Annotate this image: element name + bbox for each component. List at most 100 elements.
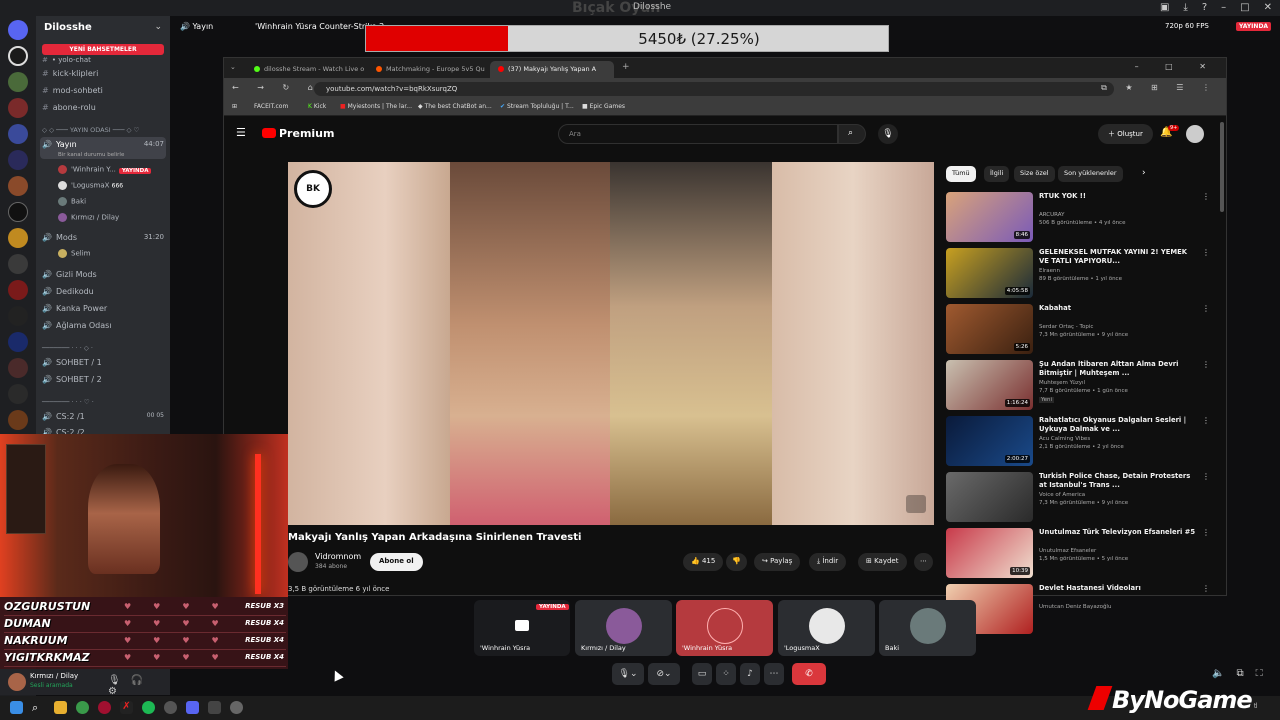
rec-video-card[interactable]: Devlet Hastanesi Videoları Umutcan Deniz …: [946, 584, 1216, 636]
rec-channel[interactable]: Elraenn: [1039, 268, 1060, 274]
rec-channel[interactable]: Muhteşem Yüzyıl: [1039, 380, 1085, 386]
app-icon[interactable]: ✗: [120, 701, 133, 714]
windows-start-icon[interactable]: [10, 701, 23, 714]
rec-thumbnail[interactable]: 8:46: [946, 192, 1033, 242]
chevron-right-icon[interactable]: ›: [1142, 168, 1146, 178]
rec-video-card[interactable]: 4:05:58 GELENEKSEL MUTFAK YAYINI 2! YEMEK…: [946, 248, 1216, 300]
voice-channel[interactable]: 🔊 Ağlama Odası: [42, 321, 112, 330]
bookmark[interactable]: ◆ The best ChatBot an...: [418, 103, 492, 110]
camera-toggle-button[interactable]: ⊘⌄: [648, 663, 680, 685]
rec-video-card[interactable]: Turkish Police Chase, Detain Protesters …: [946, 472, 1216, 524]
rec-title[interactable]: Unutulmaz Türk Televizyon Efsaneleri #5: [1039, 528, 1199, 537]
url-field[interactable]: youtube.com/watch?v=bqRkXsurqZQ: [314, 82, 1114, 96]
participant-tile[interactable]: Baki: [879, 600, 976, 656]
tab-menu-icon[interactable]: ⌄: [230, 63, 236, 71]
voice-channel[interactable]: 🔊 SOHBET / 1: [42, 358, 102, 367]
channel-partial[interactable]: # • yolo-chat: [42, 56, 91, 64]
rec-channel[interactable]: ARCURAY: [1039, 212, 1064, 218]
rec-thumbnail[interactable]: 5:26: [946, 304, 1033, 354]
bookmark[interactable]: K Kick: [308, 103, 326, 110]
rec-title[interactable]: Devlet Hastanesi Videoları: [1039, 584, 1199, 593]
create-button[interactable]: ＋ Oluştur: [1098, 124, 1153, 144]
more-options-icon[interactable]: ⋮: [1202, 416, 1210, 425]
server-icon[interactable]: [8, 46, 28, 66]
more-options-icon[interactable]: ⋮: [1202, 528, 1210, 537]
avatar[interactable]: [8, 673, 26, 691]
voice-user[interactable]: Baki: [58, 197, 86, 206]
rec-video-card[interactable]: 8:46 RTÜK YOK !! ARCURAY 506 B görüntüleme …: [946, 192, 1216, 244]
channel-mod-sohbeti[interactable]: # mod-sohbeti: [42, 86, 103, 95]
stream-channel[interactable]: 🔊 Yayın: [180, 22, 213, 31]
help-icon[interactable]: ?: [1202, 2, 1207, 13]
promo-banner[interactable]: YENİ BAHSETMELER: [42, 44, 164, 55]
extension-icons[interactable]: ⧉ ★ ⊞ ☰ ⋮: [1101, 83, 1218, 93]
server-icon[interactable]: [8, 332, 28, 352]
rec-video-card[interactable]: 1:16:24 Şu Andan İtibaren Alttan Alma Dev…: [946, 360, 1216, 412]
video-player[interactable]: BK: [288, 162, 934, 525]
channel-avatar[interactable]: [288, 552, 308, 572]
rec-thumbnail[interactable]: 10:39: [946, 528, 1033, 578]
rec-video-card[interactable]: 10:39 Unutulmaz Türk Televizyon Efsaneler…: [946, 528, 1216, 580]
category-header[interactable]: ─────── · · · ♡ ·: [42, 398, 94, 406]
voice-channel-mods[interactable]: 🔊 Mods: [42, 233, 77, 242]
like-button[interactable]: 👍 415: [683, 553, 724, 571]
more-button[interactable]: ⋯: [764, 663, 784, 685]
rec-video-card[interactable]: 5:26 Kabahat Serdar Ortaç - Topic 7,3 Mn gö…: [946, 304, 1216, 356]
voice-channel[interactable]: 🔊 Kanka Power: [42, 304, 107, 313]
soundboard-button[interactable]: ♪: [740, 663, 760, 685]
maximize-button[interactable]: □: [1240, 2, 1249, 13]
avatar[interactable]: [1186, 125, 1204, 143]
mic-icon[interactable]: 🎙: [878, 124, 898, 144]
bookmark[interactable]: ✔ Stream Topluluğu | T...: [500, 103, 574, 110]
mic-toggle-button[interactable]: 🎙⌄: [612, 663, 644, 685]
browser-tab-active[interactable]: (37) Makyajı Yanlış Yapan A: [490, 61, 614, 78]
bookmark[interactable]: ■ Myiestonts | The lar...: [340, 103, 412, 110]
spotify-icon[interactable]: [142, 701, 155, 714]
file-explorer-icon[interactable]: [54, 701, 67, 714]
scrollbar[interactable]: [1220, 122, 1224, 212]
category-header[interactable]: ─────── · · · ◇ ·: [42, 344, 93, 352]
rec-channel[interactable]: Umutcan Deniz Bayazoğlu: [1039, 604, 1111, 610]
channel-abone-rolu[interactable]: # abone-rolu: [42, 103, 96, 112]
discord-icon[interactable]: [186, 701, 199, 714]
chip-recent[interactable]: Son yüklenenler: [1058, 166, 1123, 182]
download-icon[interactable]: ⤓: [1183, 2, 1187, 13]
subscribe-button[interactable]: Abone ol: [370, 553, 423, 571]
voice-channel-yayin[interactable]: 🔊 Yayın: [42, 140, 77, 149]
chrome-icon[interactable]: [76, 701, 89, 714]
participant-tile[interactable]: YAYINDA 'Winhrain Yüsra: [474, 600, 570, 656]
server-name[interactable]: Dilosshe: [44, 22, 92, 33]
server-icon[interactable]: [8, 72, 28, 92]
participant-tile[interactable]: 'LogusmaX: [778, 600, 875, 656]
server-icon[interactable]: [8, 254, 28, 274]
search-input[interactable]: Ara: [558, 124, 838, 144]
more-options-icon[interactable]: ⋮: [1202, 584, 1210, 593]
server-icon[interactable]: [8, 98, 28, 118]
category-header[interactable]: ◇ ◇ ─── YAYIN ODASI ─── ◇ ♡: [42, 126, 139, 134]
hamburger-icon[interactable]: ☰: [236, 126, 246, 139]
search-icon[interactable]: ⌕: [32, 701, 45, 714]
more-actions-button[interactable]: ⋯: [914, 553, 933, 571]
server-icon[interactable]: [8, 410, 28, 430]
app-icon[interactable]: [230, 701, 243, 714]
rec-channel[interactable]: Unutulmaz Efsaneler: [1039, 548, 1096, 554]
channel-status[interactable]: Bir kanal durumu belirle: [58, 152, 124, 158]
rec-channel[interactable]: Voice of America: [1039, 492, 1085, 498]
more-options-icon[interactable]: ⋮: [1202, 248, 1210, 257]
download-button[interactable]: ⤓ İndir: [809, 553, 847, 571]
window-controls[interactable]: – □ ✕: [1135, 62, 1218, 71]
opera-icon[interactable]: [98, 701, 111, 714]
save-button[interactable]: ⊞ Kaydet: [858, 553, 907, 571]
more-options-icon[interactable]: ⋮: [1202, 304, 1210, 313]
channel-name[interactable]: Vidromnom: [315, 552, 361, 561]
chevron-down-icon[interactable]: ⌄: [154, 22, 162, 32]
inbox-icon[interactable]: ▣: [1160, 2, 1169, 13]
chip-related[interactable]: İlgili: [984, 166, 1010, 182]
rec-thumbnail[interactable]: 4:05:58: [946, 248, 1033, 298]
voice-user[interactable]: 'LogusmaX 666: [58, 181, 123, 190]
participant-tile[interactable]: Kırmızı / Dilay: [575, 600, 672, 656]
rec-thumbnail[interactable]: 1:16:24: [946, 360, 1033, 410]
voice-user[interactable]: 'Winhrain Y... YAYINDA: [58, 165, 152, 174]
voice-channel[interactable]: 🔊 CS:2 /1: [42, 412, 85, 421]
screen-share-button[interactable]: ▭: [692, 663, 712, 685]
